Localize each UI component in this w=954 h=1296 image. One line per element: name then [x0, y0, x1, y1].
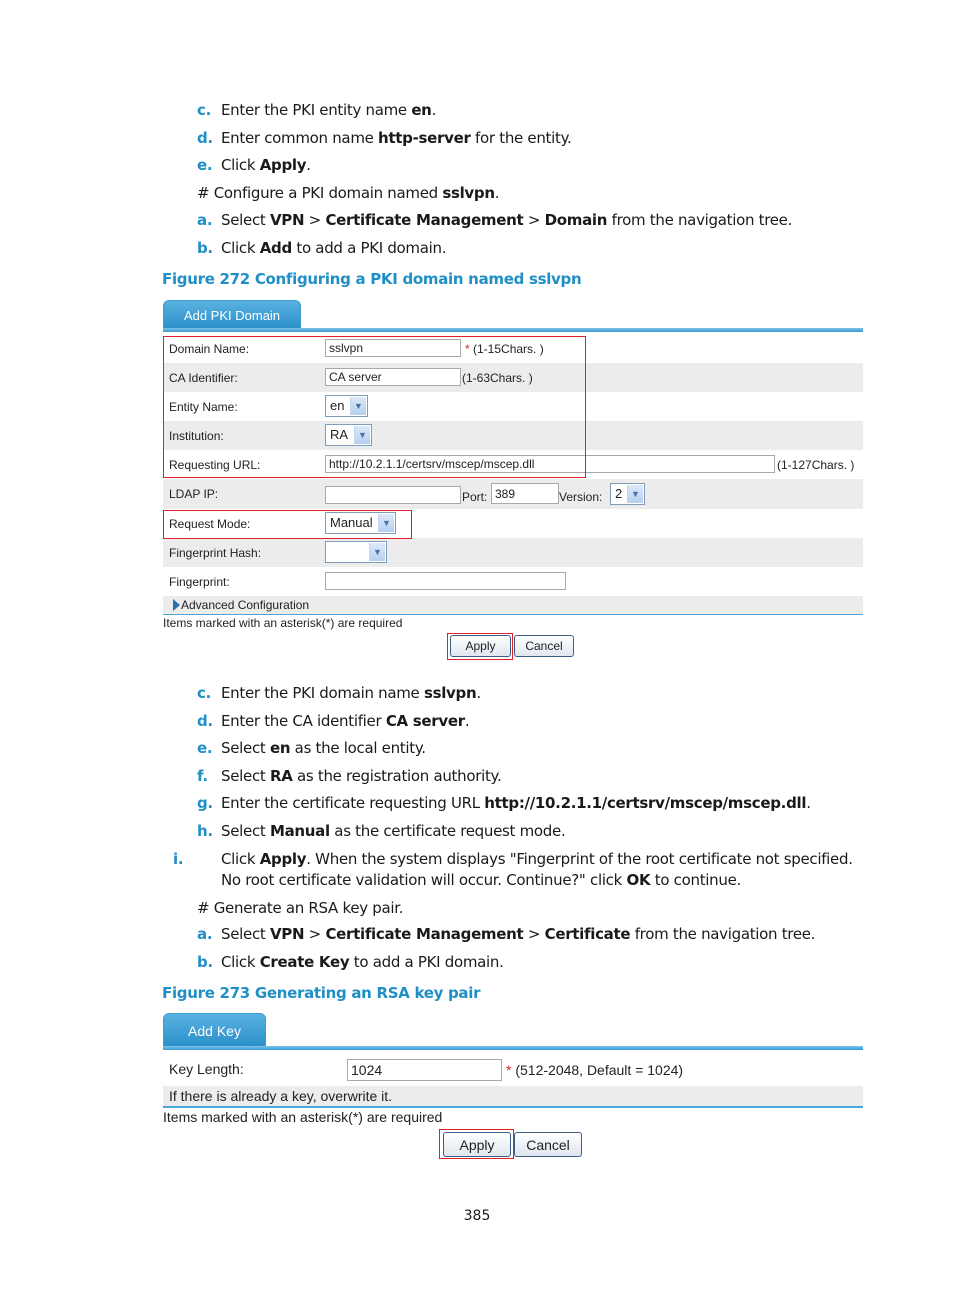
row-ca-identifier: CA Identifier: (1-63Chars. ): [163, 363, 863, 392]
row-key-length: Key Length: * (512-2048, Default = 1024): [163, 1053, 863, 1085]
required-note: Items marked with an asterisk(*) are req…: [163, 1109, 443, 1125]
tab-underline: [163, 1046, 863, 1050]
row-entity-name: Entity Name: en ▼: [163, 392, 863, 421]
required-note: Items marked with an asterisk(*) are req…: [163, 616, 403, 630]
chevron-down-icon: ▼: [354, 426, 370, 444]
request-mode-select[interactable]: Manual ▼: [325, 512, 396, 534]
step-a-select-domain: a. Select VPN > Certificate Management > …: [197, 211, 793, 229]
row-requesting-url: Requesting URL: (1-127Chars. ): [163, 450, 863, 479]
row-request-mode: Request Mode: Manual ▼: [163, 509, 863, 538]
request-mode-label: Request Mode:: [169, 516, 251, 531]
cancel-button[interactable]: Cancel: [514, 635, 574, 657]
chevron-down-icon: ▼: [369, 543, 385, 561]
required-asterisk: *: [465, 342, 470, 356]
port-label: Port:: [462, 490, 488, 504]
step-d-common-name: d. Enter common name http-server for the …: [197, 129, 572, 147]
comment-configure-domain: # Configure a PKI domain named sslvpn.: [197, 184, 500, 202]
fingerprint-label: Fingerprint:: [169, 574, 230, 589]
figure-272-caption: Figure 272 Configuring a PKI domain name…: [162, 270, 582, 288]
domain-name-input[interactable]: [325, 339, 461, 357]
apply-button[interactable]: Apply: [443, 1132, 511, 1157]
step-a-select-certificate: a. Select VPN > Certificate Management > …: [197, 925, 816, 943]
version-select[interactable]: 2 ▼: [610, 483, 645, 505]
step-e-click-apply: e. Click Apply.: [197, 156, 311, 174]
domain-name-hint: * (1-15Chars. ): [465, 342, 544, 356]
step-b-create-key: b. Click Create Key to add a PKI domain.: [197, 953, 504, 971]
add-pki-domain-form: Add PKI Domain Domain Name: * (1-15Chars…: [163, 300, 863, 662]
apply-button[interactable]: Apply: [450, 635, 511, 657]
row-fingerprint: Fingerprint:: [163, 567, 863, 596]
step-h-request-mode: h. Select Manual as the certificate reque…: [197, 822, 566, 840]
comment-generate-rsa: # Generate an RSA key pair.: [197, 899, 404, 917]
fingerprint-input[interactable]: [325, 572, 566, 590]
step-g-requesting-url: g. Enter the certificate requesting URL h…: [197, 794, 811, 812]
step-c-domain-name: c. Enter the PKI domain name sslvpn.: [197, 684, 481, 702]
port-input[interactable]: [491, 483, 559, 504]
chevron-down-icon: ▼: [350, 397, 366, 415]
ca-identifier-hint: (1-63Chars. ): [462, 371, 533, 385]
tab-add-pki-domain[interactable]: Add PKI Domain: [163, 300, 301, 330]
requesting-url-input[interactable]: [325, 455, 775, 473]
add-key-form: Add Key Key Length: * (512-2048, Default…: [163, 1013, 863, 1159]
version-label: Version:: [559, 490, 603, 504]
key-length-label: Key Length:: [169, 1061, 244, 1077]
tab-add-key[interactable]: Add Key: [163, 1013, 266, 1048]
row-domain-name: Domain Name: * (1-15Chars. ): [163, 334, 863, 363]
domain-name-label: Domain Name:: [169, 341, 250, 356]
row-institution: Institution: RA ▼: [163, 421, 863, 450]
cancel-button[interactable]: Cancel: [514, 1132, 582, 1157]
ca-identifier-label: CA Identifier:: [169, 370, 238, 385]
chevron-down-icon: ▼: [378, 514, 394, 532]
key-length-hint: * (512-2048, Default = 1024): [506, 1062, 684, 1078]
step-f-registration-authority: f. Select RA as the registration authorit…: [197, 767, 502, 785]
row-overwrite-note: If there is already a key, overwrite it.: [163, 1086, 863, 1108]
page-number: 385: [463, 1208, 491, 1224]
step-d-ca-identifier: d. Enter the CA identifier CA server.: [197, 712, 470, 730]
required-asterisk: *: [506, 1062, 512, 1078]
step-c-entity-name: c. Enter the PKI entity name en.: [197, 101, 437, 119]
ca-identifier-input[interactable]: [325, 368, 461, 386]
institution-select[interactable]: RA ▼: [325, 424, 372, 446]
step-e-local-entity: e. Select en as the local entity.: [197, 739, 426, 757]
entity-name-label: Entity Name:: [169, 399, 238, 414]
row-fingerprint-hash: Fingerprint Hash: ▼: [163, 538, 863, 567]
step-i-click-apply-ok: i. Click Apply. When the system displays …: [173, 850, 853, 889]
ldap-ip-input[interactable]: [325, 486, 461, 504]
key-length-input[interactable]: [347, 1059, 502, 1081]
requesting-url-label: Requesting URL:: [169, 457, 261, 472]
row-ldap: LDAP IP: Port: Version: 2▼: [163, 479, 863, 509]
figure-273-caption: Figure 273 Generating an RSA key pair: [162, 984, 481, 1002]
tab-underline: [163, 328, 863, 332]
fingerprint-hash-select[interactable]: ▼: [325, 541, 387, 563]
requesting-url-hint: (1-127Chars. ): [777, 458, 855, 472]
entity-name-select[interactable]: en ▼: [325, 395, 368, 417]
institution-label: Institution:: [169, 428, 224, 443]
overwrite-note: If there is already a key, overwrite it.: [169, 1088, 393, 1104]
advanced-configuration-label: Advanced Configuration: [181, 598, 310, 612]
step-b-click-add: b. Click Add to add a PKI domain.: [197, 239, 447, 257]
expand-triangle-icon: [173, 599, 180, 611]
chevron-down-icon: ▼: [627, 485, 643, 503]
fingerprint-hash-label: Fingerprint Hash:: [169, 545, 262, 560]
advanced-configuration-toggle[interactable]: Advanced Configuration: [163, 596, 863, 615]
ldap-ip-label: LDAP IP:: [169, 487, 219, 501]
